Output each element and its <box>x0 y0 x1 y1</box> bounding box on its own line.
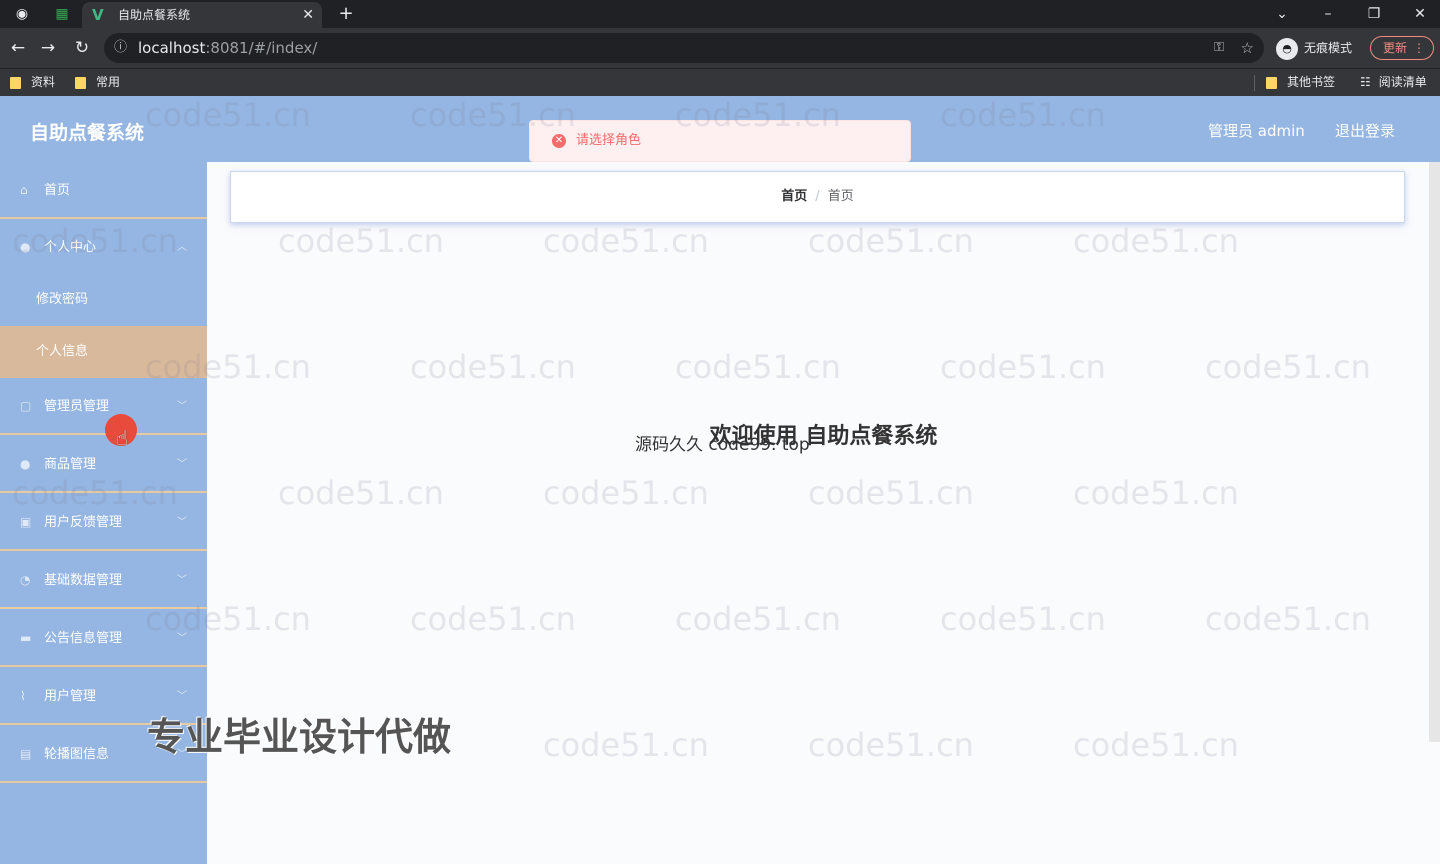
sidebar-item-goods-mgmt[interactable]: ● 商品管理 ﹀ <box>0 436 207 493</box>
bookmark-star-icon[interactable]: ☆ <box>1241 33 1254 63</box>
incognito-indicator[interactable]: ◓ 无痕模式 <box>1276 35 1352 61</box>
restore-icon[interactable]: ❐ <box>1360 0 1388 28</box>
sidebar-item-admin-mgmt[interactable]: ▢ 管理员管理 ﹀ <box>0 378 207 435</box>
reading-list[interactable]: ☷ 阅读清单 <box>1360 69 1427 95</box>
logout-link[interactable]: 退出登录 <box>1335 120 1395 141</box>
breadcrumb: 首页 / 首页 <box>230 171 1405 223</box>
folder-icon <box>10 76 21 89</box>
site-info-icon[interactable]: ⓘ <box>114 33 127 63</box>
tab-close-icon[interactable]: ✕ <box>302 2 314 28</box>
sidebar-item-personal-center[interactable]: ● 个人中心 ︿ <box>0 219 207 276</box>
chevron-down-icon: ﹀ <box>177 633 187 644</box>
incognito-icon: ◓ <box>1276 37 1298 60</box>
breadcrumb-separator: / <box>815 189 820 204</box>
bookmark-folder-ziliao[interactable]: 资料 <box>10 69 55 95</box>
new-tab-icon[interactable]: + <box>332 0 360 28</box>
page-scrollbar[interactable] <box>1429 162 1440 742</box>
current-user: 管理员 admin <box>1208 122 1305 140</box>
minimize-icon[interactable]: – <box>1314 0 1342 28</box>
goods-icon: ● <box>20 457 31 471</box>
sidebar-item-feedback-mgmt[interactable]: ▣ 用户反馈管理 ﹀ <box>0 494 207 551</box>
browser-tab-active[interactable]: V 自助点餐系统 ✕ <box>82 2 322 28</box>
chevron-down-icon: ﹀ <box>177 517 187 528</box>
sidebar-item-base-data-mgmt[interactable]: ◔ 基础数据管理 ﹀ <box>0 552 207 609</box>
hand-cursor-icon: ☝ <box>116 426 129 450</box>
data-icon: ◔ <box>20 573 31 587</box>
error-circle-icon: ✕ <box>552 134 566 148</box>
address-bar[interactable]: ⓘ localhost:8081/#/index/ ⚿ ☆ <box>104 33 1264 63</box>
update-button[interactable]: 更新 ⋮ <box>1370 36 1434 60</box>
app-title: 自助点餐系统 <box>30 122 145 144</box>
forward-arrow-icon[interactable]: → <box>34 34 62 62</box>
browser-tab-strip: ◉ ▦ V 自助点餐系统 ✕ + ⌄ – ❐ ✕ <box>0 0 1440 28</box>
notice-icon: ▬ <box>20 631 32 645</box>
reload-icon[interactable]: ↻ <box>68 34 96 62</box>
carousel-icon: ▤ <box>20 747 32 761</box>
breadcrumb-home[interactable]: 首页 <box>781 189 807 204</box>
sidebar-item-home[interactable]: ⌂ 首页 <box>0 162 207 219</box>
admin-icon: ▢ <box>20 399 32 413</box>
tab-title: 自助点餐系统 <box>118 8 191 22</box>
other-bookmarks[interactable]: 其他书签 <box>1266 69 1335 95</box>
user-mgmt-icon: ⌇ <box>20 689 26 703</box>
address-url: localhost:8081/#/index/ <box>138 39 318 57</box>
toast-message: 请选择角色 <box>576 133 642 148</box>
reading-list-icon: ☷ <box>1360 75 1371 89</box>
promo-overlay-text: 专业毕业设计代做 <box>147 715 452 759</box>
feedback-icon: ▣ <box>20 515 32 529</box>
folder-icon <box>1266 76 1277 89</box>
password-key-icon[interactable]: ⚿ <box>1214 33 1224 63</box>
sidebar-subitem-personal-info[interactable]: 个人信息 <box>0 326 207 378</box>
more-menu-icon: ⋮ <box>1413 41 1425 55</box>
bookmark-folder-changyong[interactable]: 常用 <box>75 69 120 95</box>
chevron-down-icon: ﹀ <box>177 459 187 470</box>
vue-logo-icon: V <box>92 6 104 24</box>
browser-toolbar: ← → ↻ ⓘ localhost:8081/#/index/ ⚿ ☆ ◓ 无痕模… <box>0 28 1440 68</box>
bookmarks-bar: 资料 常用 其他书签 ☷ 阅读清单 <box>0 68 1440 96</box>
sidebar-subitem-change-password[interactable]: 修改密码 <box>0 274 207 326</box>
chevron-up-icon: ︿ <box>177 242 187 253</box>
breadcrumb-current: 首页 <box>827 189 854 204</box>
chevron-down-icon: ﹀ <box>177 401 187 412</box>
home-icon: ⌂ <box>20 183 28 197</box>
folder-icon <box>75 76 86 89</box>
sheets-app-icon[interactable]: ▦ <box>48 0 76 28</box>
chevron-down-icon: ﹀ <box>177 575 187 586</box>
browser-profile-icon[interactable]: ◉ <box>8 0 36 28</box>
bookmarks-divider <box>1254 75 1255 91</box>
error-toast: ✕ 请选择角色 <box>529 120 911 162</box>
sidebar-item-notice-mgmt[interactable]: ▬ 公告信息管理 ﹀ <box>0 610 207 667</box>
welcome-heading: 欢迎使用 自助点餐系统 <box>709 424 938 449</box>
user-icon: ● <box>20 240 31 254</box>
tab-search-icon[interactable]: ⌄ <box>1268 0 1296 28</box>
window-close-icon[interactable]: ✕ <box>1406 0 1434 28</box>
back-arrow-icon[interactable]: ← <box>4 34 32 62</box>
app-root: 自助点餐系统 管理员 admin 退出登录 ⌂ 首页 ● 个人中心 ︿ 修改密码… <box>0 96 1440 864</box>
